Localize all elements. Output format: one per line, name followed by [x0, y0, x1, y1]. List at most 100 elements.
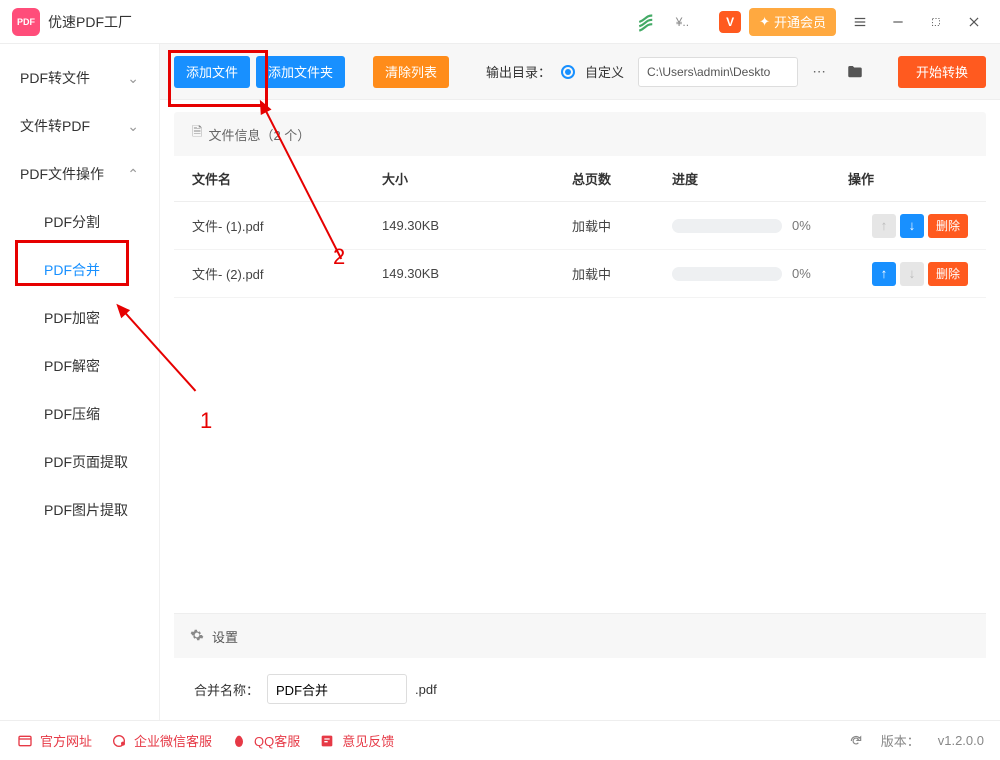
foot-label: 企业微信客服	[134, 731, 212, 750]
vip-badge-icon: ✦	[759, 14, 770, 30]
close-button[interactable]	[960, 8, 988, 36]
sidebar: PDF转文件 ⌄ 文件转PDF ⌄ PDF文件操作 ⌃ PDF分割 PDF合并 …	[0, 44, 160, 720]
table-row: 文件- (2).pdf 149.30KB 加载中 0% ↑ ↓ 删除	[174, 250, 986, 298]
file-info-count: 文件信息（2 个）	[208, 125, 310, 144]
footer: 官方网址 企业微信客服 QQ客服 意见反馈 版本： v1.2.0.0	[0, 720, 1000, 760]
official-site-link[interactable]: 官方网址	[16, 731, 92, 750]
start-convert-button[interactable]: 开始转换	[898, 56, 986, 88]
progress-percent: 0%	[792, 266, 811, 281]
sidebar-item-merge[interactable]: PDF合并	[0, 246, 159, 294]
file-table: 文件名 大小 总页数 进度 操作 文件- (1).pdf 149.30KB 加载…	[174, 156, 986, 298]
add-folder-button[interactable]: 添加文件夹	[256, 56, 345, 88]
titlebar: PDF 优速PDF工厂 ¥.. V ✦ 开通会员	[0, 0, 1000, 44]
wecom-icon	[110, 732, 128, 750]
output-custom-label: 自定义	[585, 62, 624, 81]
merge-suffix: .pdf	[415, 682, 437, 697]
maximize-button[interactable]	[922, 8, 950, 36]
sidebar-item-decrypt[interactable]: PDF解密	[0, 342, 159, 390]
col-progress: 进度	[672, 169, 698, 188]
vip-crown-icon: V	[719, 11, 741, 33]
partner-logo	[630, 8, 668, 36]
toolbar: 添加文件 添加文件夹 清除列表 输出目录： 自定义 ⋯ 开始转换	[160, 44, 1000, 100]
sidebar-item-extract-pages[interactable]: PDF页面提取	[0, 438, 159, 486]
menu-button[interactable]	[846, 8, 874, 36]
table-header: 文件名 大小 总页数 进度 操作	[174, 156, 986, 202]
wecom-support-link[interactable]: 企业微信客服	[110, 731, 212, 750]
cell-pages: 加载中	[572, 216, 672, 235]
app-title: 优速PDF工厂	[48, 12, 132, 32]
sidebar-item-label: PDF解密	[44, 356, 100, 376]
chevron-down-icon: ⌄	[127, 118, 139, 135]
version-value: v1.2.0.0	[938, 733, 984, 748]
sidebar-item-label: PDF分割	[44, 212, 100, 232]
cell-size: 149.30KB	[382, 266, 572, 281]
sidebar-item-extract-images[interactable]: PDF图片提取	[0, 486, 159, 534]
col-name: 文件名	[192, 169, 382, 188]
move-up-button[interactable]: ↑	[872, 214, 896, 238]
settings-title: 设置	[212, 627, 238, 646]
sidebar-group-label: PDF文件操作	[20, 164, 104, 184]
document-icon: 🗎	[192, 123, 202, 145]
sidebar-item-encrypt[interactable]: PDF加密	[0, 294, 159, 342]
sidebar-group-file-to-pdf[interactable]: 文件转PDF ⌄	[0, 102, 159, 150]
sidebar-group-label: PDF转文件	[20, 68, 90, 88]
content: 添加文件 添加文件夹 清除列表 输出目录： 自定义 ⋯ 开始转换 🗎 文件信息（…	[160, 44, 1000, 720]
sidebar-item-compress[interactable]: PDF压缩	[0, 390, 159, 438]
move-down-button[interactable]: ↓	[900, 214, 924, 238]
move-up-button[interactable]: ↑	[872, 262, 896, 286]
qq-support-link[interactable]: QQ客服	[230, 731, 300, 750]
open-vip-button[interactable]: ✦ 开通会员	[749, 8, 836, 36]
move-down-button[interactable]: ↓	[900, 262, 924, 286]
sidebar-item-label: PDF压缩	[44, 404, 100, 424]
app-icon: PDF	[12, 8, 40, 36]
progress-percent: 0%	[792, 218, 811, 233]
version-label: 版本：	[881, 731, 920, 750]
cell-name: 文件- (1).pdf	[192, 216, 382, 235]
merge-name-label: 合并名称：	[194, 680, 259, 699]
settings-header: 设置	[174, 614, 986, 658]
feedback-link[interactable]: 意见反馈	[318, 731, 394, 750]
open-folder-button[interactable]	[840, 57, 870, 87]
sidebar-item-label: PDF加密	[44, 308, 100, 328]
sidebar-item-label: PDF合并	[44, 260, 100, 280]
foot-label: QQ客服	[254, 731, 300, 750]
settings-panel: 设置 合并名称： .pdf	[174, 613, 986, 720]
vip-button-label: 开通会员	[774, 12, 826, 31]
add-file-button[interactable]: 添加文件	[174, 56, 250, 88]
sidebar-group-pdf-ops[interactable]: PDF文件操作 ⌃	[0, 150, 159, 198]
sidebar-group-label: 文件转PDF	[20, 116, 90, 136]
delete-button[interactable]: 删除	[928, 214, 968, 238]
qq-icon	[230, 732, 248, 750]
settings-body: 合并名称： .pdf	[174, 658, 986, 720]
output-custom-radio[interactable]	[561, 65, 575, 79]
cell-name: 文件- (2).pdf	[192, 264, 382, 283]
main: PDF转文件 ⌄ 文件转PDF ⌄ PDF文件操作 ⌃ PDF分割 PDF合并 …	[0, 44, 1000, 720]
col-action: 操作	[848, 169, 874, 188]
table-row: 文件- (1).pdf 149.30KB 加载中 0% ↑ ↓ 删除	[174, 202, 986, 250]
output-path-input[interactable]	[638, 57, 798, 87]
sidebar-item-label: PDF图片提取	[44, 500, 128, 520]
more-path-button[interactable]: ⋯	[804, 57, 834, 87]
delete-button[interactable]: 删除	[928, 262, 968, 286]
cell-pages: 加载中	[572, 264, 672, 283]
refresh-button[interactable]	[849, 734, 863, 748]
feedback-icon	[318, 732, 336, 750]
sidebar-group-pdf-to-file[interactable]: PDF转文件 ⌄	[0, 54, 159, 102]
merge-name-input[interactable]	[267, 674, 407, 704]
cell-size: 149.30KB	[382, 218, 572, 233]
clear-list-button[interactable]: 清除列表	[373, 56, 449, 88]
progress-bar	[672, 219, 782, 233]
gear-icon	[190, 628, 204, 645]
chevron-up-icon: ⌃	[127, 166, 139, 183]
partner-text: ¥..	[676, 15, 689, 29]
chevron-down-icon: ⌄	[127, 70, 139, 87]
file-info-header: 🗎 文件信息（2 个）	[174, 112, 986, 156]
globe-icon	[16, 732, 34, 750]
col-pages: 总页数	[572, 169, 672, 188]
sidebar-item-split[interactable]: PDF分割	[0, 198, 159, 246]
col-size: 大小	[382, 169, 572, 188]
foot-label: 官方网址	[40, 731, 92, 750]
sidebar-item-label: PDF页面提取	[44, 452, 128, 472]
foot-label: 意见反馈	[342, 731, 394, 750]
minimize-button[interactable]	[884, 8, 912, 36]
